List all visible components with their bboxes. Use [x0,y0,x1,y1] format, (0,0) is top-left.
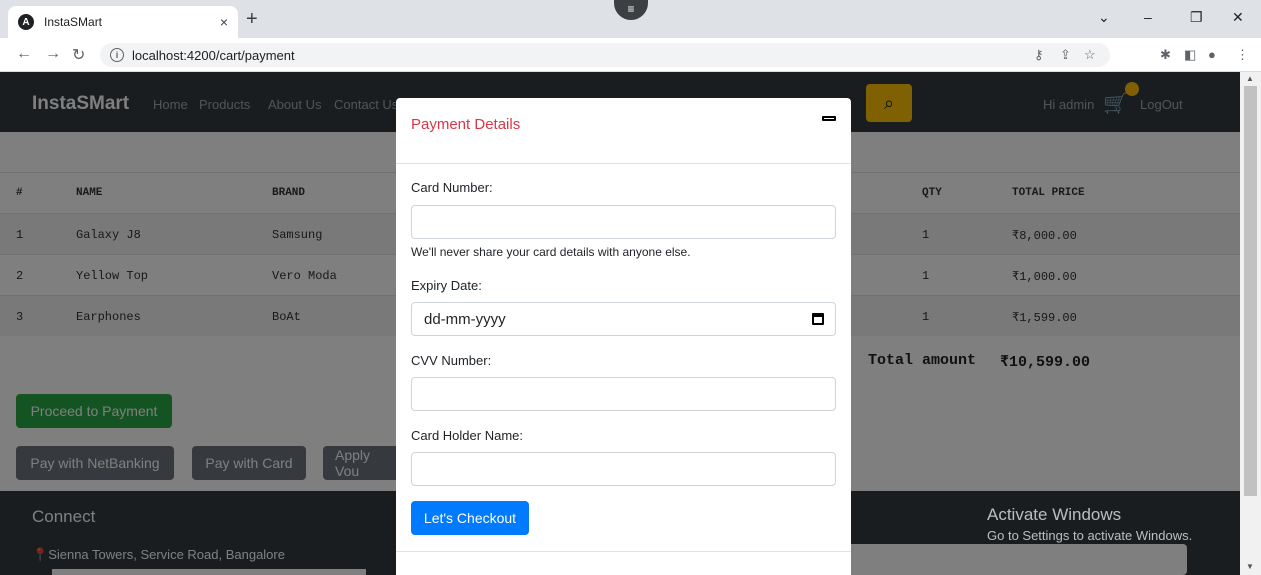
new-tab-button[interactable]: + [246,9,258,29]
minimize-icon[interactable] [822,116,836,121]
share-icon[interactable]: ⇪ [1060,47,1071,63]
checkout-button[interactable]: Let's Checkout [411,501,529,535]
side-panel-icon[interactable]: ◧ [1184,47,1196,63]
activate-windows-title: Activate Windows [987,505,1122,524]
bookmark-star-icon[interactable]: ☆ [1084,47,1096,63]
browser-menu-icon[interactable]: ⋮ [1236,47,1249,63]
forward-arrow-icon[interactable]: → [45,45,61,63]
browser-tabstrip: A InstaSMart × + ≡ ⌄ – ❐ ✕ [0,0,1261,38]
back-arrow-icon[interactable]: ← [16,45,32,63]
calendar-icon[interactable] [812,313,824,325]
expiry-date-input[interactable]: dd-mm-yyyy [411,302,836,336]
extensions-icon[interactable]: ✱ [1160,47,1171,63]
modal-header: Payment Details [396,98,851,164]
expiry-date-label: Expiry Date: [411,278,482,293]
expiry-date-placeholder: dd-mm-yyyy [424,311,506,328]
card-holder-input[interactable] [411,452,836,486]
scroll-up-arrow-icon[interactable]: ▲ [1246,74,1254,83]
tab-title: InstaSMart [44,15,103,29]
card-holder-label: Card Holder Name: [411,428,523,443]
tab-close-icon[interactable]: × [220,14,228,30]
payment-details-modal: Payment Details Card Number: We'll never… [396,98,851,575]
tab-list-chevron-icon[interactable]: ⌄ [1098,9,1110,26]
key-icon[interactable]: ⚷ [1034,47,1044,63]
tab-search-icon[interactable]: ≡ [614,0,648,20]
card-number-label: Card Number: [411,180,493,195]
address-bar: ← → ↻ i localhost:4200/cart/payment ⚷ ⇪ … [0,38,1261,72]
restore-window-icon[interactable]: ❐ [1190,9,1203,26]
profile-avatar-icon[interactable]: ● [1208,47,1216,62]
web-page: InstaSMart Home Products About Us Contac… [0,72,1240,575]
cvv-label: CVV Number: [411,353,492,368]
modal-title: Payment Details [411,116,521,133]
activate-windows-subtitle: Go to Settings to activate Windows. [987,528,1193,543]
cvv-input[interactable] [411,377,836,411]
close-window-icon[interactable]: ✕ [1232,9,1244,26]
reload-icon[interactable]: ↻ [72,45,85,65]
card-help-text: We'll never share your card details with… [411,245,691,259]
site-info-icon[interactable]: i [110,48,124,62]
browser-tab[interactable]: A InstaSMart × [8,6,238,38]
url-field[interactable]: i localhost:4200/cart/payment [100,43,1110,67]
page-scrollbar[interactable]: ▲ ▼ [1240,72,1261,575]
modal-footer-divider [396,551,851,552]
card-number-input[interactable] [411,205,836,239]
url-text: localhost:4200/cart/payment [132,47,295,63]
minimize-window-icon[interactable]: – [1144,9,1152,25]
angular-favicon-icon: A [18,14,34,30]
scrollbar-thumb[interactable] [1244,86,1257,496]
scroll-down-arrow-icon[interactable]: ▼ [1246,562,1254,571]
